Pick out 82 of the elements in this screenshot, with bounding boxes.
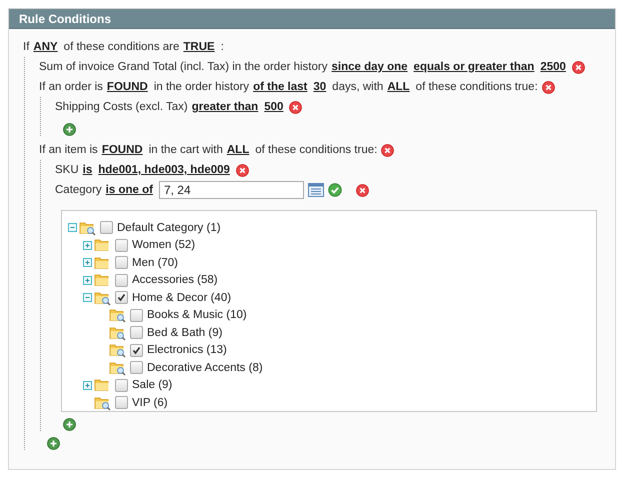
folder-search-icon — [109, 307, 126, 324]
folder-search-icon — [109, 342, 126, 358]
tree-item-label[interactable]: Home & Decor (40) — [132, 292, 232, 304]
collapse-icon[interactable] — [68, 223, 77, 232]
condition-text: : — [220, 41, 224, 53]
checkbox[interactable] — [115, 256, 128, 270]
condition-value-link[interactable]: FOUND — [102, 144, 143, 156]
folder-icon — [94, 377, 111, 394]
tree-item-label[interactable]: Bed & Bath (9) — [147, 326, 222, 339]
condition-text: If an item is — [39, 144, 98, 156]
expand-icon[interactable] — [83, 258, 92, 268]
checkbox[interactable] — [130, 344, 143, 357]
checkbox[interactable] — [130, 308, 143, 322]
folder-search-icon — [109, 360, 126, 376]
checkbox[interactable] — [100, 221, 113, 234]
condition-value-link[interactable]: since day one — [331, 61, 408, 73]
condition-text: If an order is — [39, 81, 103, 93]
collapse-icon[interactable] — [83, 293, 92, 302]
remove-icon[interactable] — [572, 60, 585, 74]
tree-item-label[interactable]: Books & Music (10) — [147, 309, 247, 322]
expand-icon[interactable] — [83, 240, 92, 250]
checkbox[interactable] — [130, 361, 143, 374]
condition-value-link[interactable]: hde001, hde003, hde009 — [98, 164, 230, 176]
checkbox[interactable] — [115, 396, 128, 410]
apply-icon[interactable] — [328, 183, 342, 197]
condition-text: Category — [55, 184, 102, 196]
tree-item-label[interactable]: VIP (6) — [132, 396, 168, 409]
condition-value-link[interactable]: greater than — [192, 101, 258, 113]
add-icon[interactable] — [47, 437, 60, 450]
condition-text: in the cart with — [148, 144, 223, 156]
tree-item-label[interactable]: Default Category (1) — [117, 222, 221, 234]
folder-icon — [94, 254, 111, 271]
condition-text: Shipping Costs (excl. Tax) — [55, 101, 188, 113]
expand-icon[interactable] — [83, 380, 92, 390]
condition-value-link[interactable]: is one of — [106, 184, 153, 196]
folder-search-icon — [79, 220, 96, 236]
list-icon[interactable] — [308, 183, 324, 197]
condition-text: Sum of invoice Grand Total (incl. Tax) in the order history — [39, 61, 328, 73]
condition-text: of these conditions true: — [416, 81, 538, 93]
remove-icon[interactable] — [542, 80, 555, 94]
tree-item-label[interactable]: Electronics (13) — [147, 344, 227, 356]
remove-icon[interactable] — [356, 184, 369, 196]
condition-text: of these conditions true: — [255, 144, 378, 156]
condition-value-link[interactable]: 30 — [313, 81, 326, 93]
checkbox[interactable] — [115, 378, 128, 392]
remove-icon[interactable] — [289, 100, 302, 114]
add-icon[interactable] — [63, 123, 76, 136]
condition-text: SKU — [55, 164, 79, 176]
condition-value-link[interactable]: 2500 — [540, 61, 566, 73]
condition-value-link[interactable]: is — [82, 164, 92, 176]
tree-item-label[interactable]: Men (70) — [132, 256, 178, 269]
condition-value-link[interactable]: equals or greater than — [414, 61, 534, 73]
checkbox[interactable] — [115, 274, 128, 287]
folder-icon — [94, 272, 111, 288]
condition-value-link[interactable]: ANY — [33, 41, 58, 53]
remove-icon[interactable] — [236, 164, 249, 176]
condition-value-link[interactable]: ALL — [226, 144, 250, 156]
condition-value-link[interactable]: of the last — [253, 81, 308, 93]
checkbox[interactable] — [130, 326, 143, 340]
folder-search-icon — [94, 394, 111, 411]
add-icon[interactable] — [63, 418, 76, 431]
condition-value-link[interactable]: ALL — [387, 81, 410, 93]
tree-item-label[interactable]: Accessories (58) — [132, 274, 218, 286]
condition-text: days, with — [332, 81, 384, 93]
condition-value-link[interactable]: FOUND — [106, 81, 148, 93]
panel-title: Rule Conditions — [9, 9, 615, 29]
folder-search-icon — [94, 290, 111, 306]
condition-text: of these conditions are — [64, 41, 180, 53]
condition-value-link[interactable]: TRUE — [183, 41, 215, 53]
condition-value-link[interactable]: 500 — [264, 101, 284, 113]
category-input-field[interactable]: 7, 24 — [158, 181, 304, 199]
folder-icon — [94, 237, 111, 254]
tree-item-label[interactable]: Women (52) — [132, 239, 196, 252]
checkbox[interactable] — [115, 238, 128, 252]
tree-item-label[interactable]: Sale (9) — [132, 379, 172, 392]
tree-item-label[interactable]: Decorative Accents (8) — [147, 362, 263, 374]
condition-text: in the order history — [154, 81, 250, 93]
expand-icon[interactable] — [83, 276, 92, 285]
checkbox[interactable] — [115, 291, 128, 304]
folder-search-icon — [109, 324, 126, 341]
condition-text: If — [23, 41, 30, 53]
remove-icon[interactable] — [381, 144, 394, 156]
